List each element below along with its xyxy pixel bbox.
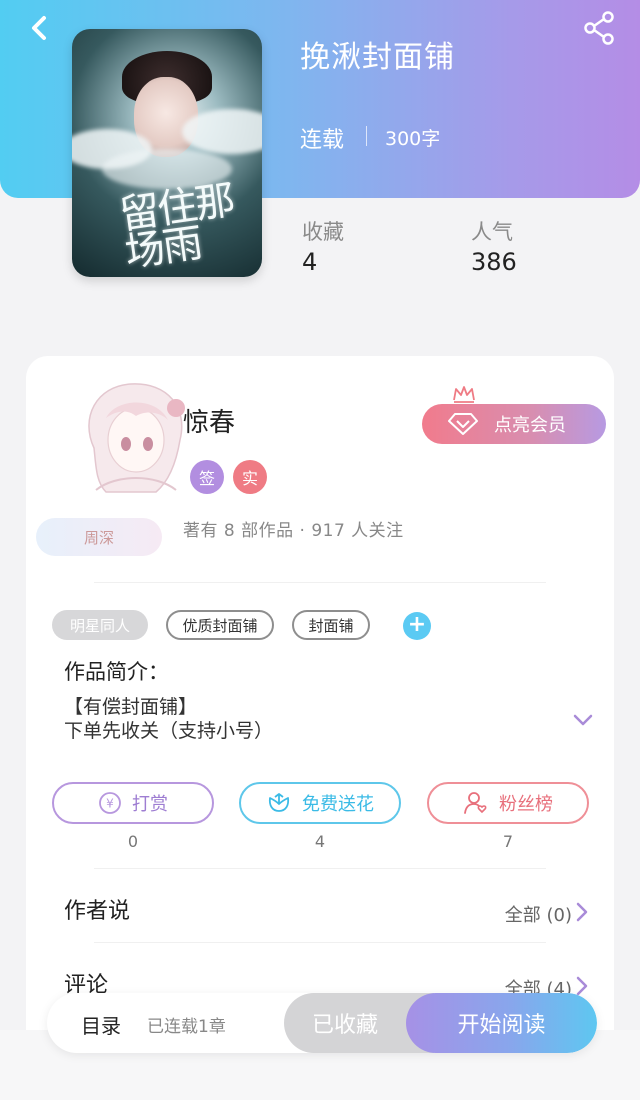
- status-divider: [366, 126, 367, 146]
- start-reading-button[interactable]: 开始阅读: [406, 993, 597, 1053]
- tip-count: 0: [127, 832, 139, 851]
- share-icon: [584, 11, 614, 45]
- intro-line: 下单先收关（支持小号）: [64, 720, 274, 742]
- flower-count: 4: [314, 832, 326, 851]
- send-flower-button[interactable]: 免费送花: [239, 782, 401, 824]
- tag-star-fanfic[interactable]: 明星同人: [52, 610, 148, 640]
- intro-title: 作品简介：: [64, 660, 169, 684]
- chevron-down-icon[interactable]: [572, 712, 594, 728]
- vip-button-label: 点亮会员: [494, 415, 566, 436]
- crown-icon: [453, 386, 475, 403]
- fans-count: 7: [502, 832, 514, 851]
- vip-button[interactable]: 点亮会员: [422, 404, 606, 444]
- intro-line: 【有偿封面铺】: [64, 696, 198, 718]
- tip-button[interactable]: ¥ 打赏: [52, 782, 214, 824]
- avatar-illustration: [88, 383, 185, 493]
- author-name-plate: 周深: [36, 518, 162, 556]
- divider: [94, 868, 546, 869]
- yen-coin-icon: ¥: [99, 792, 121, 814]
- author-info: 著有 8 部作品 · 917 人关注: [183, 521, 404, 541]
- author-notes-all-link[interactable]: 全部 (0): [505, 901, 572, 927]
- chapter-progress: 已连载1章: [147, 1017, 226, 1037]
- chevron-right-icon[interactable]: [576, 902, 588, 922]
- stat-label-collect: 收藏: [302, 220, 344, 244]
- add-tag-button[interactable]: +: [403, 612, 431, 640]
- divider: [94, 942, 546, 943]
- book-title: 挽湫封面铺: [300, 40, 455, 75]
- book-status: 连载: [300, 128, 345, 153]
- author-avatar[interactable]: [76, 378, 192, 498]
- cover-cloud: [182, 109, 262, 154]
- stat-value-popularity: 386: [471, 248, 517, 276]
- author-notes-title: 作者说: [64, 899, 131, 924]
- fans-ranking-button[interactable]: 粉丝榜: [427, 782, 589, 824]
- stat-label-popularity: 人气: [471, 220, 513, 244]
- verified-badge: 实: [233, 460, 267, 494]
- stat-value-collect: 4: [302, 248, 318, 276]
- cover-title: 留住那场雨: [116, 177, 237, 277]
- flower-icon: [268, 793, 290, 812]
- fans-ranking-label: 粉丝榜: [499, 794, 553, 815]
- tag-cover-shop[interactable]: 封面铺: [292, 610, 370, 640]
- tag-quality-cover-shop[interactable]: 优质封面铺: [166, 610, 274, 640]
- divider: [94, 582, 546, 583]
- chevron-right-icon[interactable]: [576, 976, 588, 996]
- signed-badge: 签: [190, 460, 224, 494]
- tip-label: 打赏: [132, 794, 168, 815]
- bottom-action-bar: 目录 已连载1章 已收藏 开始阅读: [47, 993, 597, 1053]
- word-count: 300字: [385, 128, 441, 150]
- name-plate-text: 周深: [83, 528, 114, 547]
- book-cover[interactable]: 留住那场雨: [72, 29, 262, 277]
- chevron-left-icon: [32, 16, 46, 40]
- svg-text:¥: ¥: [106, 797, 114, 811]
- back-button[interactable]: [22, 10, 58, 46]
- diamond-icon: [448, 413, 478, 435]
- detail-card: 周深 惊春 签 实 著有 8 部作品 · 917 人关注 点亮会员 明星同人 优…: [26, 356, 614, 1100]
- start-reading-label: 开始阅读: [457, 1013, 546, 1038]
- share-button[interactable]: [582, 10, 618, 46]
- table-of-contents-button[interactable]: 目录: [81, 1010, 121, 1039]
- collected-label: 已收藏: [311, 1013, 378, 1038]
- author-name[interactable]: 惊春: [183, 402, 235, 439]
- send-flower-label: 免费送花: [302, 794, 374, 815]
- fans-icon: [464, 792, 487, 814]
